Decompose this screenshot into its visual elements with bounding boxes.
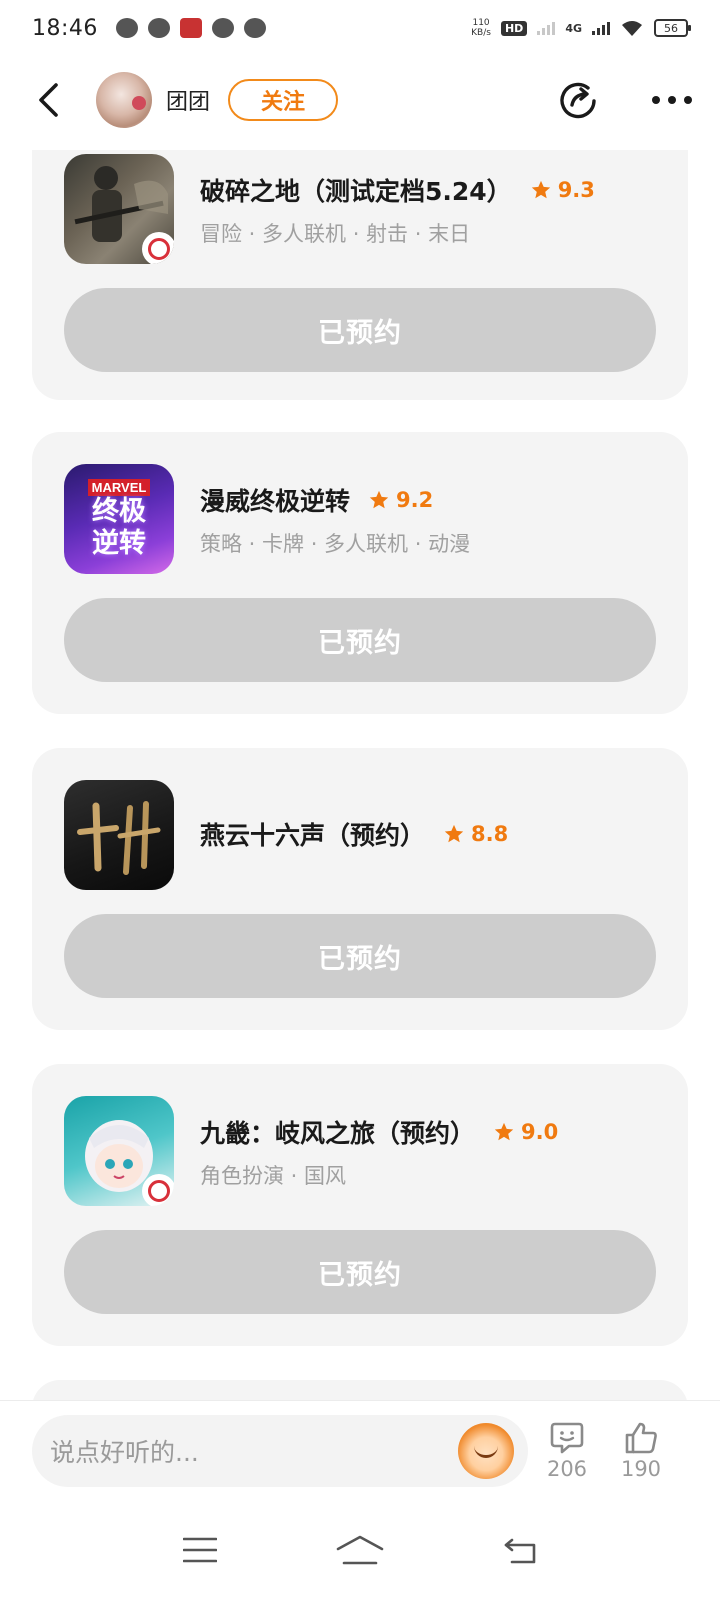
game-tags: 角色扮演 · 国风 [200, 1164, 347, 1188]
home-icon [336, 1535, 384, 1565]
signal-icon-sim2 [592, 21, 610, 35]
game-title[interactable]: 漫威终极逆转 [200, 482, 350, 518]
comment-bar: 说点好听的... 206 190 [0, 1401, 720, 1501]
game-tags: 冒险 · 多人联机 · 射击 · 末日 [200, 222, 471, 246]
rating-value: 9.2 [396, 488, 434, 512]
game-card[interactable] [32, 1380, 688, 1400]
back-arrow-icon [39, 83, 58, 117]
rating: 9.3 [530, 178, 595, 202]
marvel-logo-text: MARVEL [87, 478, 151, 496]
star-icon [494, 1122, 514, 1141]
netease-badge-icon [142, 232, 174, 264]
rating-value: 9.3 [557, 178, 595, 202]
back-button[interactable] [30, 78, 66, 122]
star-icon [531, 180, 550, 199]
comment-input[interactable]: 说点好听的... [32, 1415, 528, 1487]
menu-button[interactable] [170, 1528, 230, 1572]
header: 团团 关注 [0, 58, 720, 142]
status-system-icons: 110 KB/s HD 4G 56 [471, 18, 691, 38]
status-time: 18:46 [32, 15, 98, 41]
game-title[interactable]: 九畿：岐风之旅（预约） [200, 1114, 475, 1150]
reserved-button[interactable]: 已预约 [64, 914, 656, 998]
reserved-button[interactable]: 已预约 [64, 598, 656, 682]
game-title[interactable]: 燕云十六声（预约） [200, 816, 425, 852]
home-button[interactable] [330, 1528, 390, 1572]
wechat-icon [115, 18, 138, 38]
game-card[interactable]: 燕云十六声（预约） 8.8 已预约 [32, 748, 688, 1030]
comment-button[interactable]: 206 [532, 1421, 602, 1481]
app-logo-icon [179, 18, 202, 38]
game-title-row: 破碎之地（测试定档5.24） 9.3 [200, 172, 595, 208]
header-actions [556, 78, 694, 122]
star-icon [369, 490, 389, 509]
calligraphy-logo-icon [77, 801, 161, 875]
rating-value: 8.8 [471, 822, 509, 846]
star-icon [444, 824, 464, 843]
game-title-row: 燕云十六声（预约） 8.8 [200, 816, 508, 852]
network-type: 4G [565, 21, 582, 35]
game-title-row: 九畿：岐风之旅（预约） 9.0 [200, 1114, 558, 1150]
network-speed-unit: KB/s [471, 28, 491, 38]
icon-text-line1: 终极 [92, 495, 146, 527]
netease-badge-icon [142, 1174, 174, 1206]
network-speed: 110 KB/s [471, 18, 491, 38]
more-dots-icon [652, 96, 692, 104]
like-count: 190 [620, 1457, 662, 1481]
cloud-icon [243, 18, 266, 38]
battery-level: 56 [664, 21, 678, 35]
comment-icon [550, 1422, 584, 1454]
game-icon-yanyun[interactable] [64, 780, 174, 890]
signal-icon-sim1 [537, 21, 556, 35]
comment-placeholder: 说点好听的... [50, 1438, 199, 1467]
status-notification-icons [115, 18, 266, 38]
rating: 9.0 [493, 1120, 558, 1144]
hd-badge: HD [500, 20, 528, 36]
game-title[interactable]: 破碎之地（测试定档5.24） [200, 172, 512, 208]
avatar[interactable] [96, 72, 152, 128]
rating: 8.8 [443, 822, 508, 846]
message-icon [211, 18, 234, 38]
return-button[interactable] [490, 1528, 550, 1572]
game-icon-marvel[interactable]: MARVEL 终极 逆转 [64, 464, 174, 574]
like-button[interactable]: 190 [606, 1421, 676, 1481]
game-card[interactable]: 九畿：岐风之旅（预约） 9.0 角色扮演 · 国风 已预约 [32, 1064, 688, 1346]
follow-button[interactable]: 关注 [228, 79, 339, 121]
game-tags: 策略 · 卡牌 · 多人联机 · 动漫 [200, 532, 471, 556]
app-notification-icon [147, 18, 170, 38]
icon-text-line2: 逆转 [92, 527, 146, 559]
share-button[interactable] [556, 78, 600, 122]
menu-icon [183, 1537, 217, 1563]
system-nav-bar [0, 1500, 720, 1600]
wifi-icon [622, 21, 642, 36]
game-card[interactable]: 破碎之地（测试定档5.24） 9.3 冒险 · 多人联机 · 射击 · 末日 已… [32, 150, 688, 400]
battery-icon: 56 [654, 19, 691, 37]
game-title-row: 漫威终极逆转 9.2 [200, 482, 433, 518]
game-icon-pocui[interactable] [64, 154, 174, 264]
username[interactable]: 团团 [166, 84, 210, 116]
reserved-button[interactable]: 已预约 [64, 288, 656, 372]
game-list[interactable]: 破碎之地（测试定档5.24） 9.3 冒险 · 多人联机 · 射击 · 末日 已… [32, 150, 688, 1400]
rating-value: 9.0 [521, 1120, 559, 1144]
status-bar: 18:46 110 KB/s HD 4G 56 [0, 0, 720, 56]
network-speed-value: 110 [472, 18, 490, 28]
game-card[interactable]: MARVEL 终极 逆转 漫威终极逆转 9.2 策略 · 卡牌 · 多人联机 ·… [32, 432, 688, 714]
game-icon-jiuji[interactable] [64, 1096, 174, 1206]
mascot-emoji-icon[interactable] [458, 1423, 514, 1479]
share-icon [560, 82, 596, 119]
comment-count: 206 [546, 1457, 588, 1481]
return-icon [504, 1538, 536, 1564]
thumbs-up-icon [625, 1422, 657, 1454]
reserved-button[interactable]: 已预约 [64, 1230, 656, 1314]
rating: 9.2 [368, 488, 433, 512]
more-button[interactable] [650, 78, 694, 122]
